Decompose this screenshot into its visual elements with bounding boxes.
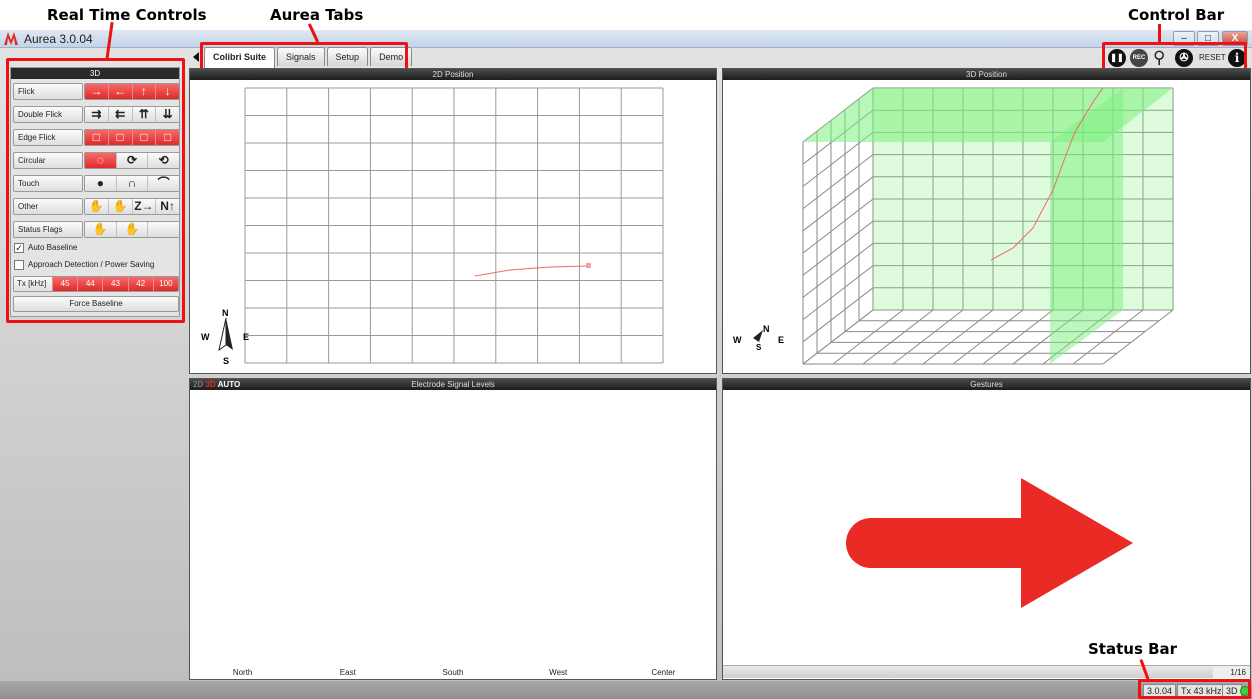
panel-title-gestures: Gestures [723, 379, 1250, 390]
panel-title-electrode: Electrode Signal Levels [190, 379, 716, 390]
callout-real-time-controls: Real Time Controls [47, 6, 207, 24]
collapse-panel-icon[interactable] [193, 52, 199, 62]
electrode-axis-labels: North East South West Center [190, 668, 716, 677]
3d-front-plane [873, 88, 1173, 310]
electrode-label-south: South [442, 668, 464, 677]
mode-2d-button[interactable]: 2D [193, 380, 203, 389]
callout-control-bar: Control Bar [1128, 6, 1225, 24]
callout-box-real-time [6, 58, 185, 323]
panel-3d-position: 3D Position N S W E [722, 68, 1251, 374]
callout-aurea-tabs: Aurea Tabs [270, 6, 364, 24]
2d-position-marker [586, 263, 591, 268]
compass-n-label: N [222, 308, 229, 318]
gesture-scrollbar[interactable] [723, 665, 1213, 678]
compass-3d-e-label: E [778, 335, 784, 345]
compass-s-label: S [223, 356, 229, 366]
mode-3d-button[interactable]: 3D [205, 380, 215, 389]
compass-3d-w-label: W [733, 335, 742, 345]
electrode-mode-toggle: 2D 3D AUTO [193, 379, 240, 390]
panel-gestures: Gestures 1/16 [722, 378, 1251, 680]
mode-auto-button[interactable]: AUTO [218, 380, 241, 389]
gesture-arrow-right-icon [846, 478, 1133, 608]
compass-3d [753, 330, 763, 342]
compass-e-label: E [243, 332, 249, 342]
window-titlebar: Aurea 3.0.04 – □ X [0, 30, 1252, 48]
electrode-label-center: Center [651, 668, 676, 677]
panel-title-2d: 2D Position [190, 69, 716, 80]
gesture-page-counter: 1/16 [1213, 665, 1250, 678]
callout-box-status-bar [1138, 679, 1251, 699]
compass-3d-n-label: N [763, 324, 770, 334]
window-title: Aurea 3.0.04 [24, 32, 93, 46]
aurea-logo-icon [4, 32, 18, 45]
status-bar [0, 681, 1252, 699]
electrode-label-north: North [232, 668, 253, 677]
callout-status-bar: Status Bar [1088, 640, 1178, 658]
panel-electrode-signal-levels: Electrode Signal Levels 2D 3D AUTO North… [189, 378, 717, 680]
compass-2d [218, 317, 233, 352]
panel-2d-position: 2D Position N S W E [189, 68, 717, 374]
2d-trace-line [474, 265, 589, 277]
compass-w-label: W [201, 332, 210, 342]
2d-position-plot: N S W E [201, 87, 664, 366]
compass-3d-s-label: S [756, 343, 762, 352]
3d-position-plot: N S W E [733, 87, 1174, 365]
panel-title-3d: 3D Position [723, 69, 1250, 80]
electrode-label-east: East [339, 668, 356, 677]
electrode-label-west: West [549, 668, 568, 677]
